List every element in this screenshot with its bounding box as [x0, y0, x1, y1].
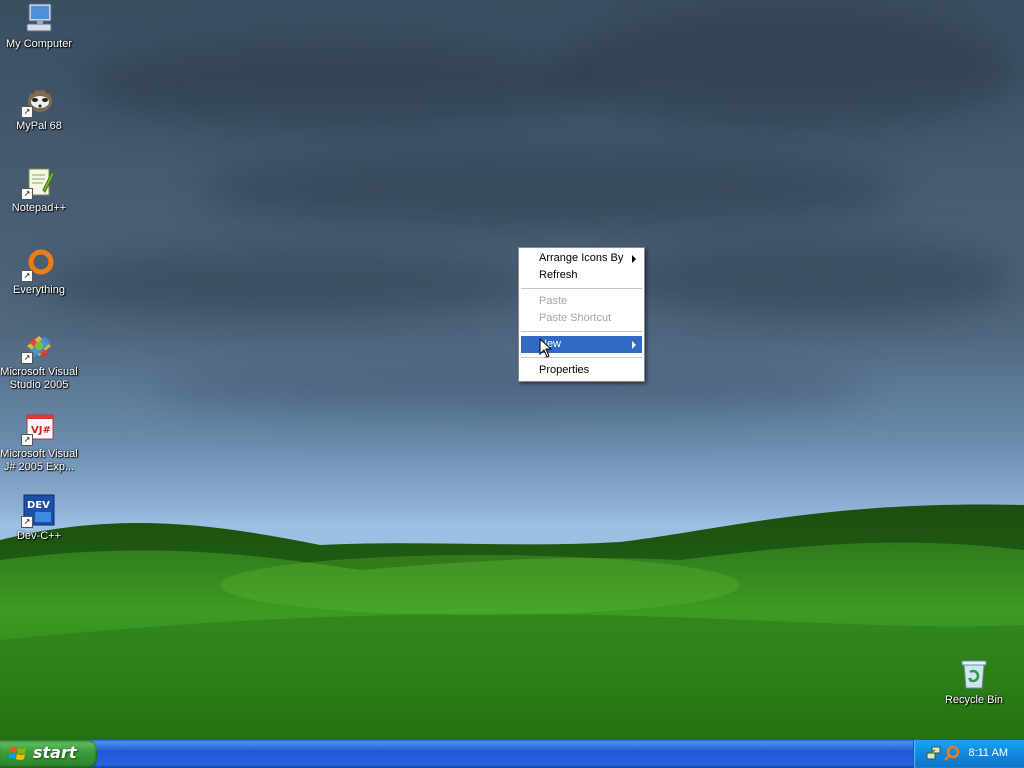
mouse-cursor-icon — [539, 338, 553, 358]
shortcut-arrow-icon: ↗ — [21, 188, 33, 200]
menu-item-label: Refresh — [539, 269, 578, 281]
menu-item-label: Arrange Icons By — [539, 252, 624, 264]
desktop-icon-notepadpp[interactable]: ↗ Notepad++ — [0, 166, 78, 215]
menu-item-label: Paste Shortcut — [539, 312, 612, 324]
desktop-icon-label: MyPal 68 — [16, 120, 62, 132]
shortcut-arrow-icon: ↗ — [21, 516, 33, 528]
menu-item-paste: Paste — [521, 293, 642, 310]
menu-item-label: Paste — [539, 295, 568, 307]
grass-hills — [0, 504, 1024, 740]
menu-separator — [521, 288, 642, 289]
desktop-icon-visual-studio[interactable]: ↗ Microsoft Visual Studio 2005 — [0, 330, 78, 392]
submenu-arrow-icon — [632, 341, 636, 349]
windows-logo-icon — [9, 747, 26, 760]
desktop-icon-my-computer[interactable]: My Computer — [0, 2, 78, 51]
menu-item-properties[interactable]: Properties — [521, 362, 642, 379]
desktop-icon-mypal[interactable]: ↗ MyPal 68 — [0, 84, 78, 133]
everything-search-tray-icon[interactable] — [944, 745, 960, 761]
desktop-icon-label: My Computer — [5, 38, 73, 50]
clock[interactable]: 8:11 AM — [968, 747, 1008, 759]
network-tray-icon[interactable] — [926, 745, 942, 761]
devcpp-icon: DEV ↗ — [21, 494, 55, 528]
desktop-icon-label: Microsoft Visual J# 2005 Exp... — [0, 448, 78, 473]
menu-item-refresh[interactable]: Refresh — [521, 267, 642, 284]
everything-icon: ↗ — [21, 248, 55, 282]
start-button[interactable]: start — [0, 740, 97, 768]
desktop-icon-recycle-bin[interactable]: Recycle Bin — [935, 658, 1013, 707]
desktop-icon-label: Notepad++ — [11, 202, 67, 214]
shortcut-arrow-icon: ↗ — [21, 270, 33, 282]
shortcut-arrow-icon: ↗ — [21, 434, 33, 446]
vj-logo-text: VJ# — [31, 425, 51, 436]
desktop-icon-devcpp[interactable]: DEV ↗ Dev-C++ — [0, 494, 78, 543]
visual-jsharp-icon: VJ# ↗ — [21, 412, 55, 446]
desktop[interactable]: My Computer ↗ MyPal 68 ↗ Notepad++ ↗ Eve… — [0, 0, 1024, 740]
mypal-icon: ↗ — [21, 84, 55, 118]
desktop-icon-label: Recycle Bin — [944, 694, 1004, 706]
desktop-icon-label: Dev-C++ — [16, 530, 62, 542]
recycle-bin-icon — [958, 658, 990, 690]
menu-item-label: Properties — [539, 364, 590, 376]
menu-item-paste-shortcut: Paste Shortcut — [521, 310, 642, 327]
menu-separator — [521, 331, 642, 332]
dev-logo-text: DEV — [27, 500, 50, 511]
desktop-icon-visual-jsharp[interactable]: VJ# ↗ Microsoft Visual J# 2005 Exp... — [0, 412, 78, 474]
desktop-icon-label: Everything — [13, 284, 65, 296]
taskbar: start 8:11 AM — [0, 740, 1024, 768]
system-tray: 8:11 AM — [913, 740, 1024, 768]
submenu-arrow-icon — [632, 255, 636, 263]
desktop-icon-label: Microsoft Visual Studio 2005 — [0, 366, 78, 391]
visual-studio-icon: ↗ — [21, 330, 55, 364]
notepadpp-icon: ↗ — [21, 166, 55, 200]
start-label: start — [33, 743, 77, 762]
menu-item-arrange-icons-by[interactable]: Arrange Icons By — [521, 250, 642, 267]
my-computer-icon — [23, 2, 55, 34]
desktop-context-menu: Arrange Icons By Refresh Paste Paste Sho… — [518, 247, 645, 382]
desktop-icon-everything[interactable]: ↗ Everything — [0, 248, 78, 297]
shortcut-arrow-icon: ↗ — [21, 352, 33, 364]
shortcut-arrow-icon: ↗ — [21, 106, 33, 118]
